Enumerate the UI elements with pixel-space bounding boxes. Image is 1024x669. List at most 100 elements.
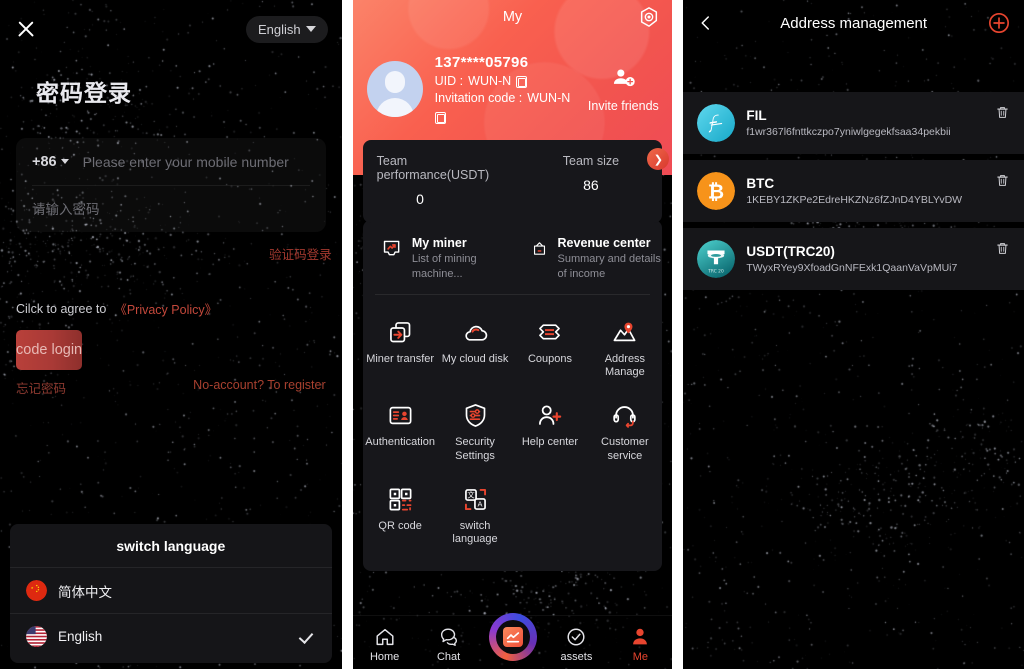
cn-flag-icon [26,580,47,601]
address-management-screen: Address management FIL f1wr367l6fnttkczp… [683,0,1024,669]
address-row-fil[interactable]: FIL f1wr367l6fnttkczpo7yniwlgegekfsaa34p… [683,92,1024,154]
grid-item-help-center[interactable]: Help center [513,392,588,476]
gear-icon[interactable] [638,6,660,28]
account-phone: 137****05796 [434,54,529,71]
team-performance: Team performance(USDT) 0 [363,154,520,207]
fil-coin-icon [697,104,736,142]
nav-label: Home [369,651,400,663]
grid-item-customer-service[interactable]: Customer service [587,392,662,476]
help-center-icon [539,405,562,426]
trash-icon[interactable] [995,172,1010,189]
nav-item-chat[interactable]: Chat [417,626,481,669]
code-login-button[interactable]: code login [16,330,83,370]
feature-grid: Miner transfer My cloud disk Coupons Add… [363,295,663,560]
coin-address: f1wr367l6fnttkczpo7yniwlgegekfsaa34pekbi… [746,126,951,138]
us-flag-icon [26,626,47,647]
grid-item-security-settings[interactable]: Security Settings [438,392,513,476]
my-body: My miner List of mining machine... Reven… [353,175,673,572]
my-header: My 137****05796 UID : WUN-N Invitation c… [352,0,673,223]
login-form: +86 [16,138,326,232]
plus-circle-icon[interactable] [988,12,1010,34]
grid-item-label: Security Settings [455,436,495,462]
svg-text:A: A [477,499,482,508]
nav-item-home[interactable]: Home [353,626,417,669]
grid-item-qr-code[interactable]: QR code [363,476,438,560]
miner-transfer-icon [389,321,410,343]
password-input[interactable] [32,201,310,217]
language-option-en[interactable]: English [10,613,332,659]
revenue-center-entry[interactable]: Revenue center Summary and details of in… [513,236,663,282]
language-option-label: English [58,629,103,644]
page-title: Address management [780,14,928,32]
uid-label: UID : [434,74,464,88]
agreement-row: Cilck to agree to 《Privacy Policy》 [16,299,342,318]
grid-item-authentication[interactable]: Authentication [363,392,438,476]
grid-item-label: Miner transfer [366,352,435,365]
coin-name: FIL [746,108,767,123]
grid-item-label: Address Manage [604,352,646,379]
menu-card: My miner List of mining machine... Reven… [362,220,663,572]
team-performance-label: Team performance(USDT) [376,154,490,182]
grid-item-coupons[interactable]: Coupons [513,309,588,393]
phone-input[interactable] [82,153,310,170]
grid-item-switch-language[interactable]: 文 A switch language [438,476,513,560]
miner-icon [383,240,400,256]
grid-item-cloud-disk[interactable]: My cloud disk [438,309,513,393]
chevron-right-icon[interactable]: ❯ [647,148,670,170]
grid-item-address-manage[interactable]: Address Manage [587,309,662,393]
qr-code-icon [389,488,412,511]
headset-icon [613,406,637,428]
privacy-policy-link[interactable]: 《Privacy Policy》 [114,299,217,318]
avatar[interactable] [366,61,423,117]
sms-login-link[interactable]: 验证码登录 [0,244,332,263]
login-links: 忘记密码 No-account? To register [16,378,326,397]
grid-item-miner-transfer[interactable]: Miner transfer [363,309,438,393]
uid-value: WUN-N [468,74,512,88]
coin-address: 1KEBY1ZKPe2EdreHKZNz6fZJnD4YBLYvDW [746,194,963,206]
team-size: Team size 86 [520,154,663,207]
invite-friends-icon [614,68,636,86]
chevron-down-icon [305,26,316,32]
language-selector[interactable]: English [246,15,328,43]
back-chevron-icon[interactable] [697,14,715,32]
grid-item-label: switch language [452,519,498,546]
profile-info: 137****05796 UID : WUN-N Invitation code… [434,54,575,124]
team-size-label: Team size [562,154,620,168]
my-title-bar: My [353,0,673,34]
btc-coin-icon: ₿ [697,172,736,210]
shield-settings-icon [465,404,485,428]
language-sheet: switch language 简体中文 English [10,524,332,663]
coin-address: TWyxRYey9XfoadGnNFExk1QaanVaVpMUi7 [746,262,958,274]
grid-item-label: QR code [378,519,422,532]
register-link[interactable]: No-account? To register [193,378,325,397]
person-icon [633,628,648,645]
language-option-zh[interactable]: 简体中文 [10,567,332,613]
uid-line: UID : WUN-N [435,74,575,88]
trash-icon[interactable] [995,104,1010,121]
copy-icon[interactable] [434,112,446,124]
my-miner-entry[interactable]: My miner List of mining machine... [363,236,513,282]
address-row-usdt[interactable]: TRC 20 USDT(TRC20) TWyxRYey9XfoadGnNFExk… [683,228,1024,290]
close-icon[interactable] [14,17,38,41]
address-row-btc[interactable]: ₿ BTC 1KEBY1ZKPe2EdreHKZNz6fZJnD4YBLYvDW [683,160,1024,222]
coin-name: USDT(TRC20) [746,244,835,259]
chat-icon [440,628,457,646]
forgot-password-link[interactable]: 忘记密码 [16,378,66,397]
copy-icon[interactable] [516,76,528,88]
feature-title: Revenue center [557,236,651,250]
nav-item-me[interactable]: Me [608,626,672,669]
invite-friends-button[interactable]: Invite friends [586,66,660,113]
translate-icon: 文 A [464,488,486,510]
country-code-label: +86 [32,153,57,170]
team-stats-card[interactable]: Team performance(USDT) 0 Team size 86 ❯ [362,140,670,223]
page-title: My [502,9,523,25]
screenshot-stage: English 密码登录 +86 验证码登录 [0,0,1024,669]
feature-row-group: My miner List of mining machine... Reven… [363,224,663,294]
cloud-disk-icon [464,325,487,341]
country-code-selector[interactable]: +86 [32,154,69,170]
grid-item-label: Customer service [601,436,649,462]
trash-icon[interactable] [995,240,1010,257]
nav-item-assets[interactable]: assets [544,626,608,669]
assets-check-icon [567,628,585,646]
usdt-coin-icon: TRC 20 [697,240,736,278]
